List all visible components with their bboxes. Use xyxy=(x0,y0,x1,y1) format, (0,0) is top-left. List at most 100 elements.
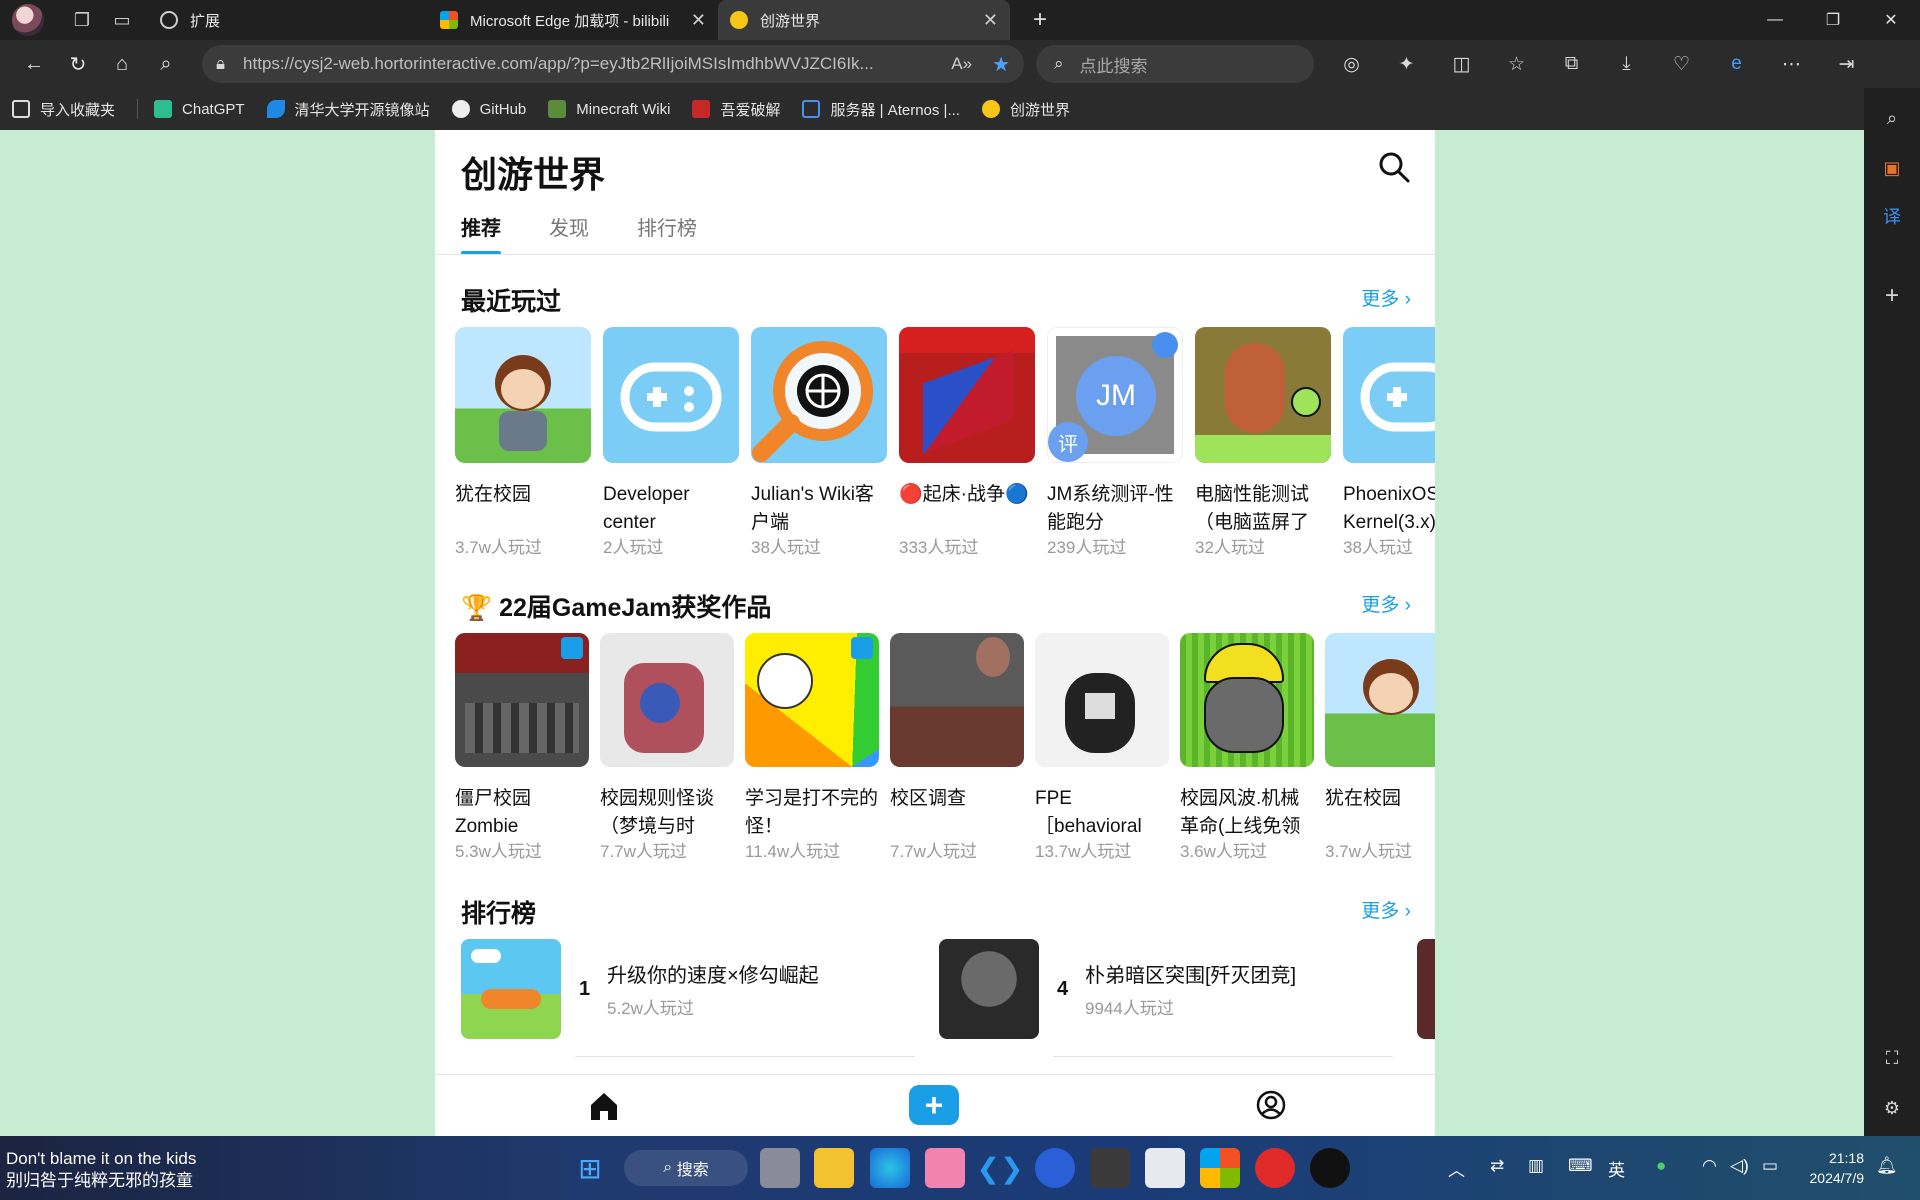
vscode-icon[interactable]: ❮❯ xyxy=(977,1148,1024,1188)
game-card[interactable]: Julian's Wiki客户端 38人玩过 xyxy=(751,327,887,559)
ranking-more-link[interactable]: 更多 › xyxy=(1361,896,1411,923)
edge-browser-icon[interactable] xyxy=(870,1148,910,1188)
bookmark-github[interactable]: GitHub xyxy=(451,100,526,118)
game-card[interactable]: JM 评 JM系统测评-性能跑分 239人玩过 xyxy=(1047,327,1183,559)
taskbar-search[interactable]: ⌕ 搜索 xyxy=(624,1150,748,1186)
profile-avatar[interactable] xyxy=(12,4,44,36)
close-tab-icon[interactable]: ✕ xyxy=(983,10,998,31)
new-tab-button[interactable]: + xyxy=(1024,6,1056,34)
cysj-favicon-icon xyxy=(730,11,748,29)
bilibili-icon[interactable] xyxy=(925,1148,965,1188)
extensions-icon[interactable]: ✦ xyxy=(1379,44,1434,84)
netease-music-icon[interactable] xyxy=(1255,1148,1295,1188)
tab-extensions[interactable]: 扩展 xyxy=(148,0,428,40)
game-card[interactable]: PhoenixOS Kernel(3.x) 38人玩过 xyxy=(1343,327,1435,559)
game-card[interactable]: 校区调查 7.7w人玩过 xyxy=(890,633,1024,863)
create-button[interactable]: + xyxy=(909,1085,959,1125)
split-screen-icon[interactable]: ◫ xyxy=(1434,44,1489,84)
home-icon[interactable] xyxy=(587,1089,621,1123)
gamejam-more-link[interactable]: 更多 › xyxy=(1361,590,1411,617)
lock-icon[interactable]: 🔒︎ xyxy=(216,54,225,74)
task-view-icon[interactable] xyxy=(760,1148,800,1188)
bookmark-aternos[interactable]: 服务器 | Aternos |... xyxy=(802,99,960,120)
game-card[interactable]: 僵尸校园Zombie 5.3w人玩过 xyxy=(455,633,589,863)
search-icon[interactable]: ⌕ xyxy=(1876,102,1908,134)
game-card[interactable]: 🔴起床·战争🔵 333人玩过 xyxy=(899,327,1035,559)
game-card[interactable]: 电脑性能测试（电脑蓝屏了 32人玩过 xyxy=(1195,327,1331,559)
address-bar[interactable]: 🔒︎ https://cysj2-web.hortorinteractive.c… xyxy=(202,45,1024,83)
tab-edge-addons[interactable]: Microsoft Edge 加载项 - bilibili ✕ xyxy=(428,0,718,40)
ranking-row[interactable]: 1 升级你的速度×修勾崛起 5.2w人玩过 xyxy=(461,939,819,1039)
game-card[interactable]: Developer center 2人玩过 xyxy=(603,327,739,559)
favorite-star-icon[interactable]: ★ xyxy=(992,52,1010,77)
immersive-reader-icon[interactable]: ◎ xyxy=(1324,44,1379,84)
search-icon[interactable]: ⌕ xyxy=(144,44,188,84)
home-icon[interactable]: ⌂ xyxy=(100,44,144,84)
restore-icon[interactable]: ❐ xyxy=(1804,0,1862,40)
game-card[interactable]: FPE［behavioral 13.7w人玩过 xyxy=(1035,633,1169,863)
game-card[interactable]: 校园规则怪谈（梦境与时 7.7w人玩过 xyxy=(600,633,734,863)
wifi-icon[interactable]: ◠ xyxy=(1702,1156,1717,1176)
ime-indicator[interactable]: 英 xyxy=(1608,1156,1625,1181)
edge-copilot-icon[interactable]: e xyxy=(1709,44,1764,84)
bookmark-52pojie[interactable]: 吾爱破解 xyxy=(692,99,780,120)
recent-more-link[interactable]: 更多 › xyxy=(1361,284,1411,311)
bookmark-tuna[interactable]: 清华大学开源镜像站 xyxy=(266,99,430,120)
collections-icon[interactable]: ⧉ xyxy=(1544,44,1599,84)
battery-icon[interactable]: ▭ xyxy=(1762,1156,1778,1176)
ranking-row[interactable]: 4 朴弟暗区突围[歼灭团竞] 9944人玩过 xyxy=(939,939,1296,1039)
tab-cysj[interactable]: 创游世界 ✕ xyxy=(718,0,1010,40)
tray-settings-icon[interactable]: ⇄ xyxy=(1490,1156,1504,1176)
powershell-icon[interactable] xyxy=(1035,1148,1075,1188)
start-windows-icon[interactable]: ⊞ xyxy=(570,1148,610,1188)
system-clock[interactable]: 21:18 2024/7/9 xyxy=(1810,1148,1865,1188)
notification-bell-icon[interactable]: 🔔︎ xyxy=(1876,1156,1898,1176)
tab-ranking[interactable]: 排行榜 xyxy=(637,212,697,255)
screenshot-icon[interactable]: ⛶ xyxy=(1876,1042,1908,1074)
profile-icon[interactable] xyxy=(1255,1089,1287,1121)
downloads-icon[interactable]: ⤓ xyxy=(1599,44,1654,84)
search-icon[interactable] xyxy=(1377,150,1411,184)
refresh-icon[interactable]: ↻ xyxy=(56,44,100,84)
qq-icon[interactable] xyxy=(1310,1148,1350,1188)
close-tab-icon[interactable]: ✕ xyxy=(691,10,706,31)
workspaces-icon[interactable]: ❐ xyxy=(62,0,102,40)
tray-app-icon[interactable]: ▥ xyxy=(1528,1156,1544,1176)
tab-actions-icon[interactable]: ▭ xyxy=(102,0,142,40)
game-thumbnail[interactable] xyxy=(1417,939,1435,1039)
read-aloud-icon[interactable]: A» xyxy=(951,54,972,74)
keyboard-icon[interactable]: ⌨ xyxy=(1568,1156,1593,1176)
performance-icon[interactable]: ♡ xyxy=(1654,44,1709,84)
game-card[interactable]: 校园风波.机械革命(上线免领 3.6w人玩过 xyxy=(1180,633,1314,863)
bookmark-cysj[interactable]: 创游世界 xyxy=(981,99,1070,120)
game-card[interactable]: 犹在校园 3.7w人玩过 xyxy=(1325,633,1435,863)
file-explorer-icon[interactable] xyxy=(814,1148,854,1188)
game-card[interactable]: 犹在校园 3.7w人玩过 xyxy=(455,327,591,559)
bookmark-chatgpt[interactable]: ChatGPT xyxy=(154,100,245,118)
favorites-icon[interactable]: ☆ xyxy=(1489,44,1544,84)
bookmark-minecraft-wiki[interactable]: Minecraft Wiki xyxy=(548,100,670,118)
web-search-box[interactable]: ⌕ 点此搜索 xyxy=(1036,45,1314,83)
wechat-tray-icon[interactable]: ● xyxy=(1656,1156,1666,1176)
url-text[interactable]: https://cysj2-web.hortorinteractive.com/… xyxy=(243,54,937,74)
back-icon[interactable]: ← xyxy=(12,44,56,84)
more-menu-icon[interactable]: ⋯ xyxy=(1764,44,1819,84)
game-card[interactable]: 学习是打不完的怪！ 11.4w人玩过 xyxy=(745,633,879,863)
translate-icon[interactable]: 译 xyxy=(1876,200,1908,232)
tab-recommend[interactable]: 推荐 xyxy=(461,212,501,255)
toolbox-icon[interactable]: ▣ xyxy=(1876,152,1908,184)
tray-overflow-icon[interactable]: ︿ xyxy=(1448,1156,1465,1181)
microsoft-store-icon[interactable] xyxy=(1200,1148,1240,1188)
sidebar-toggle-icon[interactable]: ⇥ xyxy=(1819,44,1874,84)
minimize-icon[interactable]: — xyxy=(1746,0,1804,40)
media-widget[interactable]: Don't blame it on the kids 别归咎于纯粹无邪的孩童 xyxy=(6,1148,196,1192)
terminal-icon[interactable] xyxy=(1090,1148,1130,1188)
markdown-icon[interactable] xyxy=(1145,1148,1185,1188)
tab-discover[interactable]: 发现 xyxy=(549,212,589,255)
close-window-icon[interactable]: ✕ xyxy=(1862,0,1920,40)
row-divider xyxy=(575,1056,915,1057)
bookmark-import[interactable]: 导入收藏夹 xyxy=(12,99,115,120)
add-sidebar-app-icon[interactable]: + xyxy=(1876,280,1908,312)
volume-icon[interactable]: ◁) xyxy=(1730,1156,1749,1176)
settings-gear-icon[interactable]: ⚙ xyxy=(1876,1092,1908,1124)
